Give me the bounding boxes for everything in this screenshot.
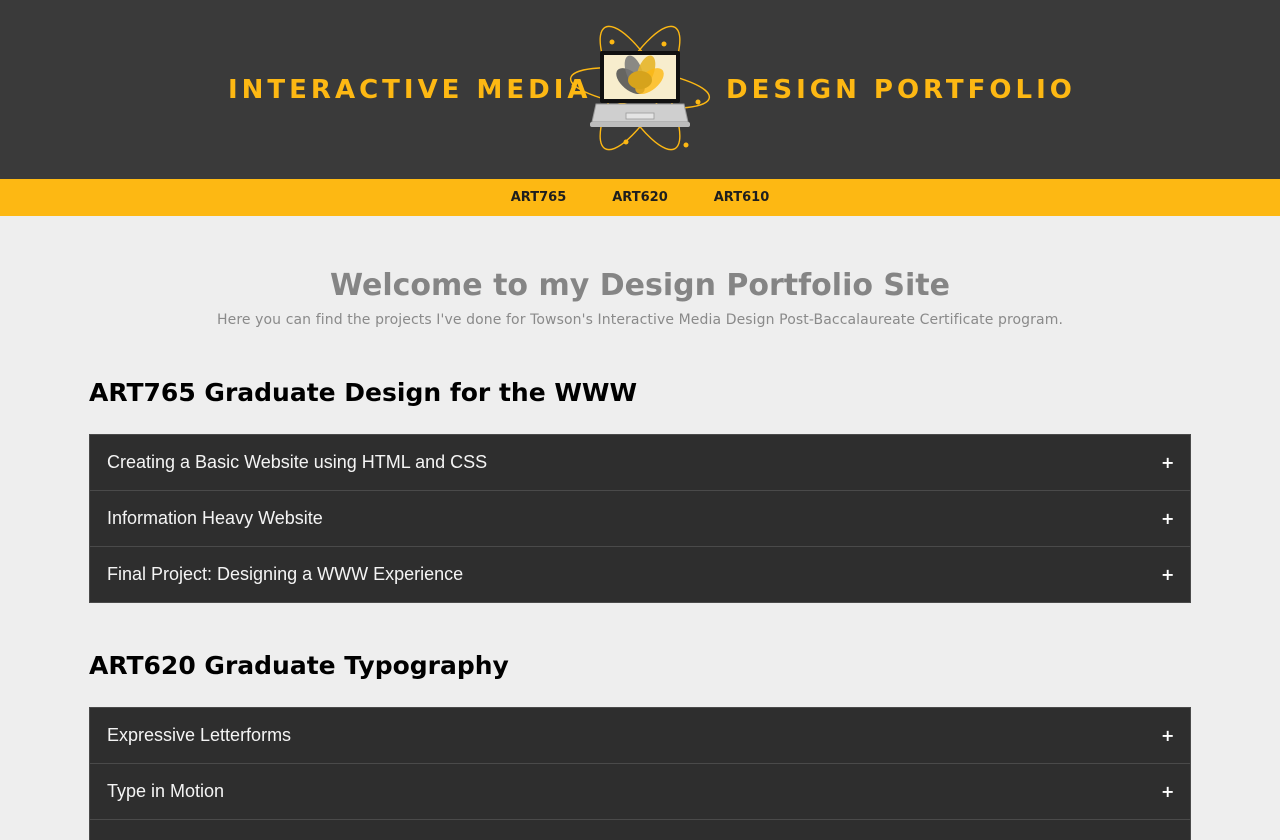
accordion: Creating a Basic Website using HTML and … [89,434,1191,603]
main-nav: ART765 ART620 ART610 [0,179,1280,216]
accordion-item[interactable]: Final Project: Designing a WWW Experienc… [89,547,1191,603]
expand-plus-icon[interactable]: + [1161,453,1174,472]
accordion-item[interactable]: Creating a Basic Website using HTML and … [89,435,1191,491]
brand-title-right: DESIGN PORTFOLIO [726,75,1076,105]
site-header: INTERACTIVE MEDIA DESIGN PORTFOLIO [0,0,1280,179]
laptop-atom-logo-icon[interactable] [566,18,714,160]
brand-title-left: INTERACTIVE MEDIA [228,75,592,105]
nav-link-art620[interactable]: ART620 [612,190,668,205]
expand-plus-icon[interactable]: + [1161,726,1174,745]
expand-plus-icon[interactable]: + [1161,509,1174,528]
section-heading: ART620 Graduate Typography [89,651,509,680]
expand-plus-icon[interactable]: + [1161,782,1174,801]
accordion-item-label: Final Project: Designing a WWW Experienc… [107,564,464,584]
section-heading: ART765 Graduate Design for the WWW [89,378,638,407]
accordion-item-label: Information Heavy Website [107,508,323,528]
accordion-item[interactable]: Expressive Letterforms + [89,708,1191,764]
accordion-item[interactable]: Information Heavy Website + [89,491,1191,547]
accordion-item[interactable] [89,820,1191,840]
accordion-item[interactable]: Type in Motion + [89,764,1191,820]
section-art620: ART620 Graduate Typography Expressive Le… [89,649,1191,840]
intro: Welcome to my Design Portfolio Site Here… [0,216,1280,328]
nav-link-art610[interactable]: ART610 [714,190,770,205]
accordion-item-label: Expressive Letterforms [107,725,292,745]
expand-plus-icon[interactable]: + [1161,565,1174,584]
page-subtitle: Here you can find the projects I've done… [216,312,1063,328]
page-title: Welcome to my Design Portfolio Site [329,268,950,303]
accordion: Expressive Letterforms + Type in Motion … [89,707,1191,840]
nav-link-art765[interactable]: ART765 [511,190,567,205]
section-art765: ART765 Graduate Design for the WWW Creat… [89,376,1191,603]
accordion-item-label: Creating a Basic Website using HTML and … [107,452,488,472]
accordion-item-label: Type in Motion [107,781,225,801]
